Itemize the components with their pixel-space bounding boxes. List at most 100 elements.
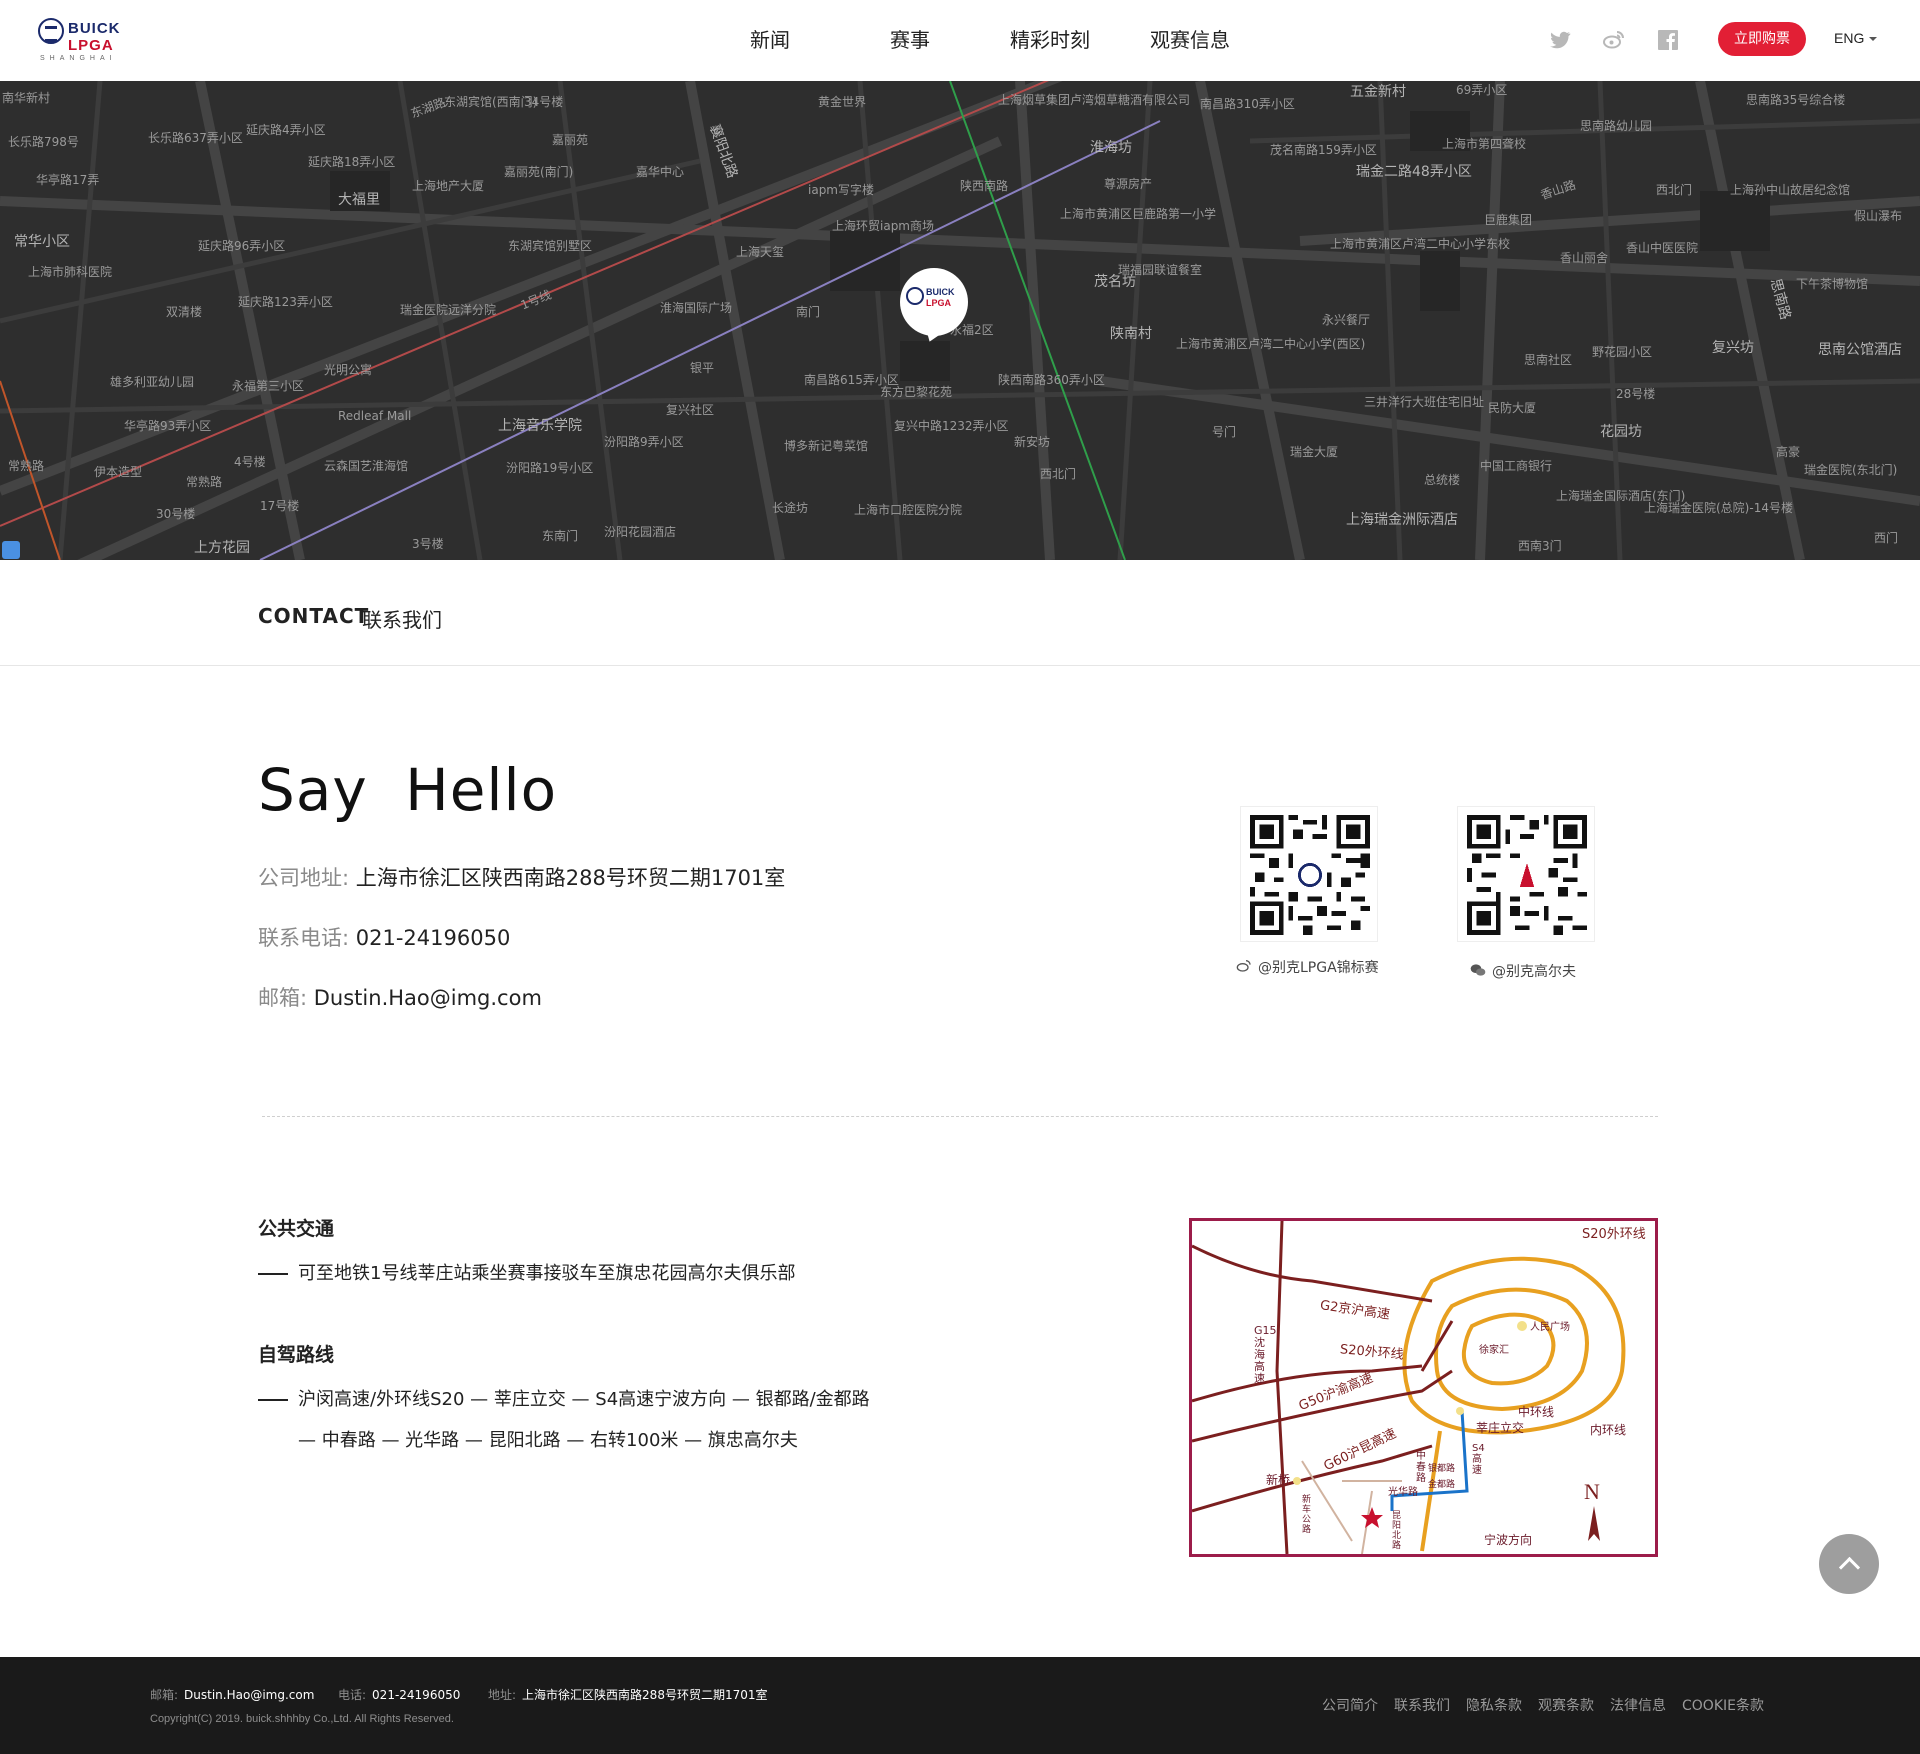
map-label: 长乐路798号 (8, 135, 79, 149)
map-label: 上海市肺科医院 (28, 265, 113, 279)
map-label: 香山中医医院 (1626, 241, 1699, 255)
map-label: 30号楼 (156, 507, 196, 521)
map-label: 新安坊 (1014, 435, 1051, 449)
map-label: 4号楼 (234, 455, 266, 469)
map-label: 黄金世界 (818, 95, 867, 109)
self-drive-route: 沪闵高速/外环线S20 — 莘庄立交 — S4高速宁波方向 — 银都路/金都路 (258, 1382, 870, 1418)
nav-news[interactable]: 新闻 (700, 0, 840, 81)
buick-lpga-logo[interactable]: BUICK LPGA SHANGHAI (38, 16, 128, 66)
map-label: 民防大厦 (1488, 401, 1537, 415)
map-label: 瑞金医院远洋分院 (400, 303, 497, 317)
map-label: 上海瑞金医院(总院)-14号楼 (1644, 501, 1793, 515)
map-label: 永福第三小区 (232, 379, 305, 393)
footer-phone-label: 电话: (338, 1688, 367, 1702)
email-row: 邮箱: Dustin.Hao@img.com (258, 982, 542, 1012)
map-label: 五金新村 (1350, 84, 1406, 100)
map-label: 上海音乐学院 (498, 418, 582, 434)
location-pin-marker[interactable]: BUICK LPGA (900, 268, 968, 336)
footer-link-privacy[interactable]: 隐私条款 (1466, 1695, 1522, 1715)
twitter-icon[interactable] (1548, 28, 1572, 52)
map-label: 上海市口腔医院分院 (854, 503, 963, 517)
qr-caption-wechat-text: @别克高尔夫 (1492, 964, 1576, 980)
map-label: 思南路35号综合楼 (1746, 93, 1846, 107)
qr-pattern (1467, 815, 1587, 935)
qr-code-weibo (1240, 806, 1378, 942)
site-header: BUICK LPGA SHANGHAI 新闻 赛事 精彩时刻 观赛信息 立即购票… (0, 0, 1920, 81)
footer-link-contact[interactable]: 联系我们 (1394, 1695, 1450, 1715)
map-label: 花园坊 (1600, 424, 1642, 440)
map-label: 中国工商银行 (1480, 459, 1553, 473)
nav-events[interactable]: 赛事 (840, 0, 980, 81)
map-label: 延庆路18弄小区 (308, 155, 396, 169)
map-label: 瑞金二路48弄小区 (1356, 164, 1472, 180)
public-transport-text: 可至地铁1号线莘庄站乘坐赛事接驳车至旗忠花园高尔夫俱乐部 (298, 1263, 796, 1284)
map-label: 西南3门 (1518, 539, 1562, 553)
map-app-icon[interactable] (2, 541, 20, 559)
footer-email: 邮箱: Dustin.Hao@img.com (150, 1686, 314, 1703)
map-label: 瑞金医院(东北门) (1804, 463, 1898, 477)
footer-link-spectator-terms[interactable]: 观赛条款 (1538, 1695, 1594, 1715)
map-label: 69弄小区 (1456, 83, 1508, 97)
language-switch[interactable]: ENG (1834, 30, 1878, 46)
map-label: 云森国艺淮海馆 (324, 459, 409, 473)
route-map-label: 中环线 (1518, 1405, 1555, 1419)
buick-emblem-icon (906, 287, 924, 305)
map-label: 长乐路637弄小区 (148, 131, 243, 145)
route-map-label: 中春路 (1416, 1451, 1426, 1484)
qr-caption-weibo: @别克LPGA锦标赛 (1236, 957, 1379, 977)
footer-address-value: 上海市徐汇区陕西南路288号环贸二期1701室 (522, 1688, 768, 1702)
weibo-icon[interactable] (1602, 28, 1626, 52)
map-label: 复兴社区 (666, 403, 715, 417)
facebook-icon[interactable] (1656, 28, 1680, 52)
buy-ticket-button[interactable]: 立即购票 (1718, 22, 1806, 56)
route-map-label: 昆阳北路 (1392, 1511, 1402, 1551)
map-label: iapm写字楼 (808, 183, 874, 197)
map-label: 东南门 (542, 529, 579, 543)
route-map-label: 光华路 (1388, 1487, 1418, 1498)
map-label: 陕南村 (1110, 326, 1152, 342)
map-label: 假山瀑布 (1854, 209, 1903, 223)
public-transport-route: 可至地铁1号线莘庄站乘坐赛事接驳车至旗忠花园高尔夫俱乐部 (258, 1256, 795, 1292)
map-label: 汾阳路9弄小区 (604, 435, 684, 449)
self-drive-title: 自驾路线 (258, 1344, 335, 1366)
nav-spectator-info[interactable]: 观赛信息 (1120, 0, 1260, 81)
map-label: 常熟路 (186, 475, 223, 489)
phone-value[interactable]: 021-24196050 (356, 926, 511, 950)
map-label: Redleaf Mall (338, 409, 412, 423)
back-to-top-button[interactable] (1819, 1534, 1879, 1594)
location-map[interactable]: 南华新村 东湖路 东湖宾馆(西南门) 34号楼 黄金世界 上海烟草集团卢湾烟草糖… (0, 81, 1920, 560)
map-label: 光明公寓 (324, 363, 373, 377)
route-map-label: S4高速 (1472, 1443, 1485, 1476)
north-arrow-label: N (1584, 1479, 1600, 1504)
chevron-down-icon (1869, 37, 1878, 42)
footer-link-legal[interactable]: 法律信息 (1610, 1695, 1666, 1715)
driving-route-map[interactable]: S20外环线 G2京沪高速 人民广场 S20外环线 徐家汇 G15沈海高速 G5… (1189, 1218, 1658, 1557)
map-label: 嘉华中心 (636, 165, 685, 179)
route-map-label: 金都路 (1428, 1480, 1456, 1490)
map-label: 双清楼 (166, 305, 203, 319)
map-label: 汾阳路19号小区 (506, 461, 594, 475)
public-transport-title: 公共交通 (258, 1218, 335, 1240)
map-label: 东方巴黎花苑 (880, 385, 953, 399)
route-map-label: 徐家汇 (1479, 1345, 1509, 1356)
footer-link-about[interactable]: 公司简介 (1322, 1695, 1378, 1715)
map-label: 思南路幼儿园 (1580, 119, 1653, 133)
footer-links: 公司简介 联系我们 隐私条款 观赛条款 法律信息 COOKIE条款 (1322, 1695, 1780, 1715)
email-value[interactable]: Dustin.Hao@img.com (314, 986, 542, 1010)
footer-link-cookie[interactable]: COOKIE条款 (1682, 1695, 1764, 1715)
map-label: 汾阳花园酒店 (604, 525, 677, 539)
map-label: 陕西南路360弄小区 (998, 373, 1105, 387)
address-label: 公司地址: (258, 866, 350, 890)
map-label: 号门 (1212, 425, 1237, 439)
map-label: 上海地产大厦 (412, 179, 485, 193)
map-label: 3号楼 (412, 537, 444, 551)
map-label: 上海市黄浦区卢湾二中心小学东校 (1330, 237, 1511, 251)
route-map-label: 内环线 (1590, 1423, 1627, 1437)
wechat-icon (1470, 963, 1486, 981)
map-label: 长途坊 (772, 501, 809, 515)
map-label: 东湖宾馆别墅区 (508, 239, 593, 253)
nav-highlights[interactable]: 精彩时刻 (980, 0, 1120, 81)
footer-email-value[interactable]: Dustin.Hao@img.com (184, 1688, 314, 1702)
map-label: 陕西南路 (960, 179, 1009, 193)
qr-pattern (1250, 815, 1370, 935)
